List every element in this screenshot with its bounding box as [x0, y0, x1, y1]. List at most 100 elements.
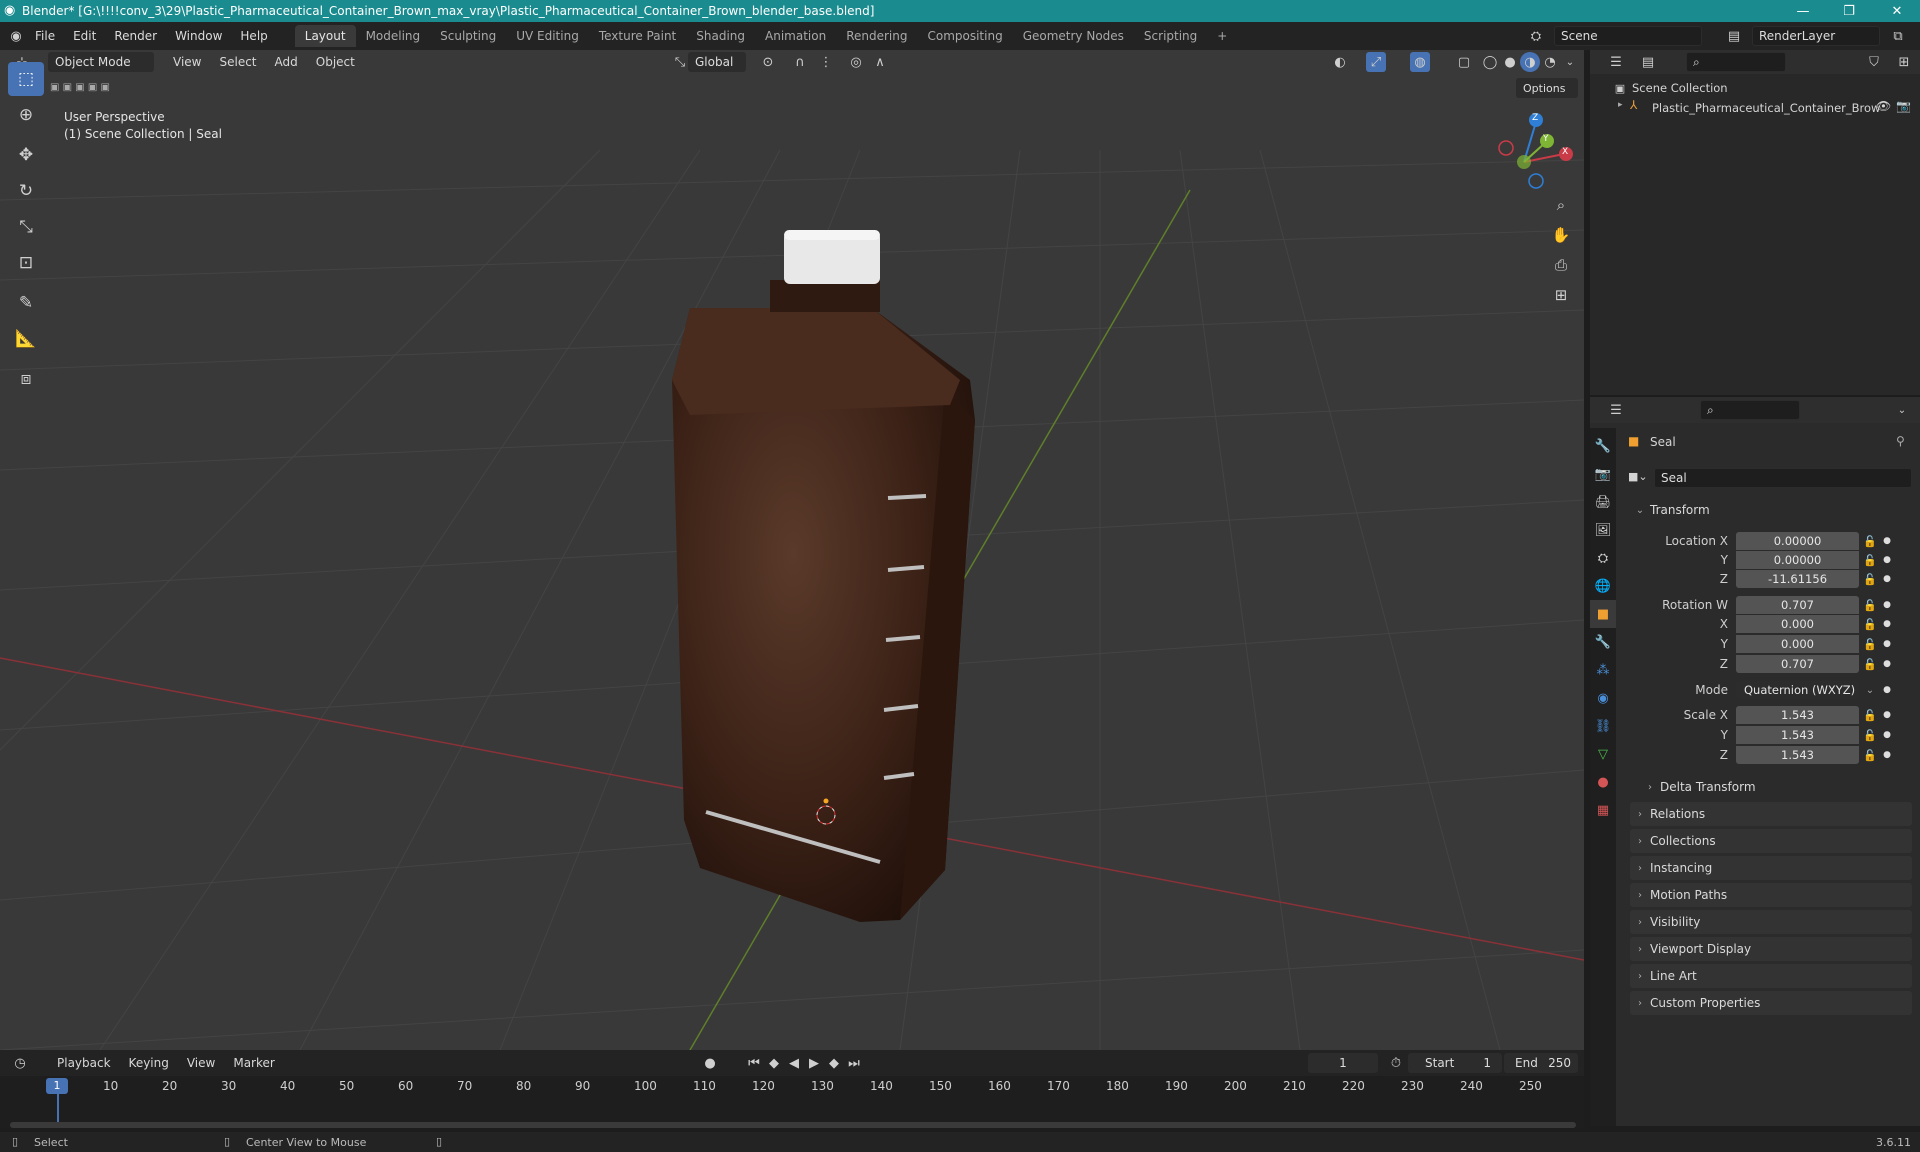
menu-help[interactable]: Help — [231, 29, 276, 43]
gizmo-toggle-icon[interactable]: ⤢ — [1366, 52, 1386, 72]
lock-icon[interactable]: 🔓 — [1859, 749, 1881, 762]
overlay-toggle-icon[interactable]: ◍ — [1410, 52, 1430, 72]
measure-tool-icon[interactable]: 📐 — [8, 322, 44, 356]
maximize-button[interactable]: ❐ — [1826, 0, 1872, 22]
tab-sculpting[interactable]: Sculpting — [430, 25, 506, 47]
timeline-ruler[interactable]: 10 20 30 40 50 60 70 80 90 100 110 120 130 140 150 160 1… — [0, 1078, 1584, 1096]
tab-scripting[interactable]: Scripting — [1134, 25, 1207, 47]
tab-texture-paint[interactable]: Texture Paint — [589, 25, 686, 47]
playhead-frame[interactable]: 1 — [46, 1078, 68, 1094]
pin-icon[interactable]: ⚲ — [1896, 434, 1905, 448]
jump-start-icon[interactable]: ⏮ — [744, 1053, 764, 1073]
world-tab-icon[interactable]: 🌐 — [1590, 572, 1616, 600]
lock-icon[interactable]: 🔓 — [1859, 554, 1881, 567]
panel-relations[interactable]: › Relations — [1630, 802, 1912, 826]
play-reverse-icon[interactable]: ◀ — [784, 1053, 804, 1073]
prev-keyframe-icon[interactable]: ◆ — [764, 1053, 784, 1073]
add-workspace-button[interactable]: + — [1207, 25, 1237, 47]
lock-icon[interactable]: 🔓 — [1859, 658, 1881, 671]
keyframe-dot-icon[interactable]: ● — [1881, 730, 1893, 740]
stopwatch-icon[interactable]: ⏱ — [1386, 1053, 1406, 1073]
jump-end-icon[interactable]: ⏭ — [844, 1053, 864, 1073]
options-button[interactable]: Options — [1516, 78, 1578, 98]
tab-rendering[interactable]: Rendering — [836, 25, 917, 47]
keyframe-dot-icon[interactable]: ● — [1881, 659, 1893, 669]
eye-icon[interactable]: 👁 — [1876, 99, 1891, 113]
menu-timeline-view[interactable]: View — [178, 1056, 224, 1070]
camera-view-icon[interactable]: ⎙ — [1548, 252, 1574, 278]
current-frame-field[interactable]: 1 — [1308, 1053, 1378, 1073]
properties-options-icon[interactable]: ⌄ — [1892, 400, 1912, 420]
scene-tab-icon[interactable]: ⛭ — [1590, 544, 1616, 572]
blender-menu-icon[interactable]: ◉ — [6, 26, 26, 46]
view-layer-tab-icon[interactable]: 🖼 — [1590, 516, 1616, 544]
close-button[interactable]: ✕ — [1874, 0, 1920, 22]
menu-select[interactable]: Select — [210, 55, 265, 69]
rotation-z-field[interactable]: 0.707 — [1736, 655, 1859, 673]
keyframe-dot-icon[interactable]: ● — [1881, 710, 1893, 720]
new-collection-icon[interactable]: ⊞ — [1894, 52, 1914, 72]
falloff-icon[interactable]: ∧ — [870, 52, 890, 72]
tool-tab-icon[interactable]: 🔧 — [1590, 432, 1616, 460]
physics-tab-icon[interactable]: ◉ — [1590, 684, 1616, 712]
panel-visibility[interactable]: › Visibility — [1630, 910, 1912, 934]
panel-custom-properties[interactable]: › Custom Properties — [1630, 991, 1912, 1015]
keyframe-dot-icon[interactable]: ● — [1881, 555, 1893, 565]
keyframe-dot-icon[interactable]: ● — [1881, 619, 1893, 629]
mode-selector[interactable]: Object Mode — [48, 52, 154, 72]
xray-icon[interactable]: ▢ — [1454, 52, 1474, 72]
transform-tool-icon[interactable]: ⊡ — [8, 246, 44, 280]
outliner-search-input[interactable]: ⌕ — [1686, 52, 1786, 72]
shading-dropdown-icon[interactable]: ⌄ — [1560, 52, 1580, 72]
output-tab-icon[interactable]: 🖨 — [1590, 488, 1616, 516]
constraints-tab-icon[interactable]: ⛓ — [1590, 712, 1616, 740]
lock-icon[interactable]: 🔓 — [1859, 709, 1881, 722]
panel-line-art[interactable]: › Line Art — [1630, 964, 1912, 988]
object-data-icon[interactable]: ■⌄ — [1628, 470, 1648, 483]
rotation-w-field[interactable]: 0.707 — [1736, 596, 1859, 614]
outliner-item[interactable]: Plastic_Pharmaceutical_Container_Brow — [1652, 101, 1880, 115]
render-tab-icon[interactable]: 📷 — [1590, 460, 1616, 488]
select-mode-icons[interactable]: ▣ ▣ ▣ ▣ ▣ — [50, 82, 110, 93]
minimize-button[interactable]: — — [1780, 0, 1826, 22]
cursor-tool-icon[interactable]: ⊕ — [8, 98, 44, 132]
play-icon[interactable]: ▶ — [804, 1053, 824, 1073]
timeline-editor-icon[interactable]: ◷ — [10, 1053, 30, 1073]
tab-geometry-nodes[interactable]: Geometry Nodes — [1013, 25, 1134, 47]
visibility-icon[interactable]: ◐ — [1330, 52, 1350, 72]
lock-icon[interactable]: 🔓 — [1859, 535, 1881, 548]
rotate-tool-icon[interactable]: ↻ — [8, 174, 44, 208]
render-layer-icon[interactable]: ▤ — [1724, 26, 1744, 46]
keyframe-dot-icon[interactable]: ● — [1881, 639, 1893, 649]
tab-uv-editing[interactable]: UV Editing — [506, 25, 589, 47]
object-tab-icon[interactable]: ■ — [1590, 600, 1616, 628]
particles-tab-icon[interactable]: ⁂ — [1590, 656, 1616, 684]
annotate-tool-icon[interactable]: ✎ — [8, 286, 44, 320]
camera-render-icon[interactable]: 📷 — [1896, 99, 1911, 113]
zoom-icon[interactable]: ⌕ — [1548, 192, 1574, 218]
display-mode-icon[interactable]: ▤ — [1638, 52, 1658, 72]
timeline-scrollbar[interactable] — [10, 1122, 1576, 1128]
proportional-edit-icon[interactable]: ◎ — [846, 52, 866, 72]
panel-instancing[interactable]: › Instancing — [1630, 856, 1912, 880]
menu-window[interactable]: Window — [166, 29, 231, 43]
texture-tab-icon[interactable]: ▦ — [1590, 796, 1616, 824]
panel-collections[interactable]: › Collections — [1630, 829, 1912, 853]
tab-layout[interactable]: Layout — [294, 25, 356, 47]
add-cube-tool-icon[interactable]: ⧈ — [8, 362, 44, 396]
keyframe-dot-icon[interactable]: ● — [1881, 685, 1893, 695]
menu-render[interactable]: Render — [105, 29, 166, 43]
rendered-shading-icon[interactable]: ◔ — [1540, 52, 1560, 72]
expand-icon[interactable]: ▸ — [1618, 100, 1623, 110]
lock-icon[interactable]: 🔓 — [1859, 638, 1881, 651]
next-keyframe-icon[interactable]: ◆ — [824, 1053, 844, 1073]
snap-icon[interactable]: ∩ — [790, 52, 810, 72]
move-tool-icon[interactable]: ✥ — [8, 138, 44, 172]
keyframe-dot-icon[interactable]: ● — [1881, 574, 1893, 584]
material-shading-icon[interactable]: ◑ — [1520, 52, 1540, 72]
menu-edit[interactable]: Edit — [64, 29, 105, 43]
perspective-toggle-icon[interactable]: ⊞ — [1548, 282, 1574, 308]
menu-add[interactable]: Add — [266, 55, 307, 69]
tab-compositing[interactable]: Compositing — [917, 25, 1012, 47]
location-y-field[interactable]: 0.00000 — [1736, 551, 1859, 569]
